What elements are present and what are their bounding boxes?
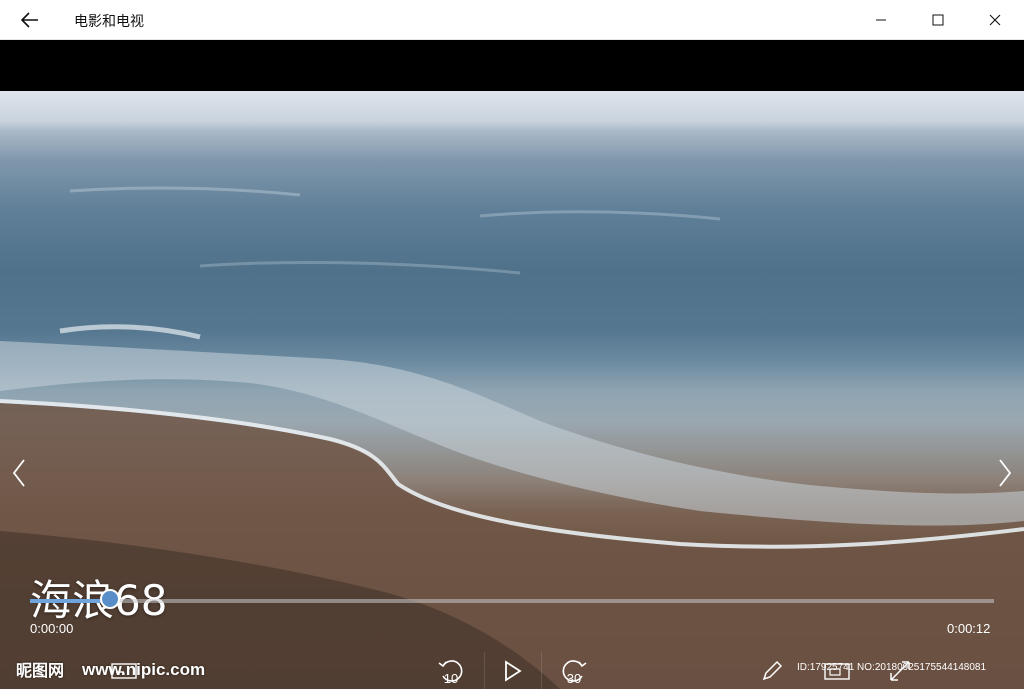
current-time: 0:00:00 xyxy=(30,621,74,636)
next-video-button[interactable] xyxy=(990,451,1020,495)
subtitles-button[interactable] xyxy=(106,652,142,689)
minimize-icon xyxy=(876,19,886,20)
previous-video-button[interactable] xyxy=(4,451,34,495)
chevron-right-icon xyxy=(999,459,1012,487)
forward-30-button[interactable]: 30 xyxy=(545,652,603,689)
seek-bar[interactable] xyxy=(30,599,994,603)
seek-bar-progress xyxy=(30,599,110,603)
arrow-left-icon xyxy=(21,12,38,28)
rewind-label: 10 xyxy=(443,671,459,686)
play-button[interactable] xyxy=(484,652,542,689)
watermark-logo: 昵图网 xyxy=(16,661,65,680)
title-bar: 电影和电视 xyxy=(0,0,1024,40)
rewind-10-button[interactable]: 10 xyxy=(426,652,476,689)
close-icon xyxy=(989,14,1001,25)
play-icon xyxy=(505,659,522,682)
back-button[interactable] xyxy=(12,5,48,35)
maximize-icon xyxy=(932,14,944,25)
chevron-left-icon xyxy=(12,459,25,487)
subtitles-icon xyxy=(111,662,137,679)
close-button[interactable] xyxy=(972,0,1018,39)
seek-bar-thumb[interactable] xyxy=(100,589,120,609)
watermark-site: www.nipic.com xyxy=(82,660,206,679)
movies-tv-window: 电影和电视 海浪68 0:00:00 0:00:12 昵图网 www.nipic… xyxy=(0,0,1024,689)
watermark-id: ID:17925741 NO:20180925175544148081 xyxy=(797,662,987,673)
minimize-button[interactable] xyxy=(858,0,904,39)
pencil-icon xyxy=(762,660,783,680)
total-time: 0:00:12 xyxy=(947,621,991,636)
maximize-button[interactable] xyxy=(915,0,961,39)
forward-label: 30 xyxy=(566,671,582,686)
app-title: 电影和电视 xyxy=(74,14,144,30)
edit-button[interactable] xyxy=(752,652,792,689)
